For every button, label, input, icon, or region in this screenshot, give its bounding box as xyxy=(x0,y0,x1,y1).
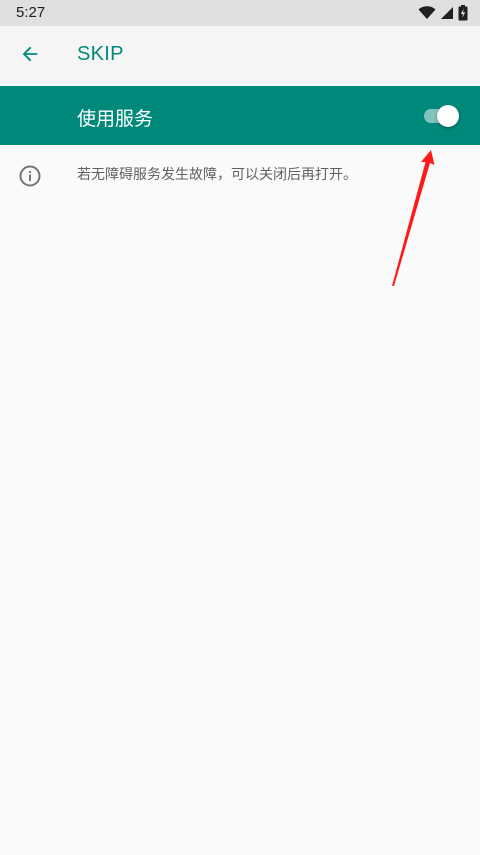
cell-signal-icon xyxy=(440,6,454,20)
info-row: 若无障碍服务发生故障，可以关闭后再打开。 xyxy=(0,145,480,205)
status-icons xyxy=(418,4,468,22)
back-button[interactable] xyxy=(10,36,50,76)
info-text: 若无障碍服务发生故障，可以关闭后再打开。 xyxy=(77,167,357,183)
status-time: 5:27 xyxy=(16,4,46,21)
battery-charging-icon xyxy=(458,5,468,21)
toolbar: SKIP xyxy=(0,26,480,87)
status-bar: 5:27 xyxy=(0,0,480,26)
service-switch-bar[interactable]: 使用服务 xyxy=(0,86,480,145)
settings-screen: 5:27 SKIP 使用服务 若无障碍服务发生故障，可以关闭后再打开。 xyxy=(0,0,480,855)
service-toggle[interactable] xyxy=(422,104,460,128)
page-title: SKIP xyxy=(77,43,124,65)
info-icon xyxy=(18,164,42,188)
wifi-icon xyxy=(418,6,436,20)
arrow-back-icon xyxy=(19,43,41,69)
toggle-thumb xyxy=(437,105,459,127)
service-switch-label: 使用服务 xyxy=(77,108,154,130)
